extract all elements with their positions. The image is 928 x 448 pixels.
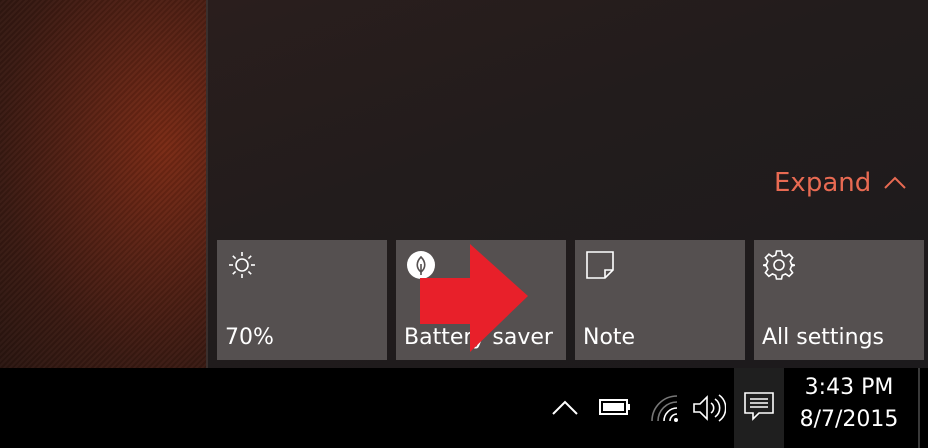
tile-brightness-label: 70%	[225, 325, 274, 350]
battery-icon[interactable]	[598, 392, 632, 422]
battery-saver-icon	[404, 248, 438, 282]
gear-icon	[762, 248, 796, 282]
action-center-button[interactable]	[734, 368, 784, 448]
action-center-panel: Expand 70% Battery saver Note All settin…	[206, 0, 928, 368]
volume-icon[interactable]	[692, 392, 726, 424]
tile-brightness[interactable]: 70%	[217, 240, 387, 360]
tile-note[interactable]: Note	[575, 240, 745, 360]
expand-button[interactable]: Expand	[774, 168, 907, 198]
wifi-icon[interactable]	[648, 392, 680, 424]
quick-actions: 70% Battery saver Note All settings	[217, 240, 924, 360]
tile-note-label: Note	[583, 325, 636, 350]
action-center-icon	[743, 390, 775, 426]
chevron-up-icon[interactable]	[550, 392, 580, 422]
clock-time: 3:43 PM	[804, 375, 894, 400]
expand-label: Expand	[774, 168, 872, 198]
tile-battery-saver[interactable]: Battery saver	[396, 240, 566, 360]
note-icon	[583, 248, 617, 282]
show-desktop-button[interactable]	[918, 368, 920, 448]
chevron-up-icon	[884, 176, 906, 189]
desktop-wallpaper	[0, 0, 206, 368]
clock-date: 8/7/2015	[799, 407, 899, 432]
brightness-icon	[225, 248, 259, 282]
tile-all-settings[interactable]: All settings	[754, 240, 924, 360]
taskbar	[0, 368, 928, 448]
taskbar-clock[interactable]: 3:43 PM 8/7/2015	[790, 372, 908, 436]
tile-all-settings-label: All settings	[762, 325, 884, 350]
tile-battery-saver-label: Battery saver	[404, 325, 553, 350]
